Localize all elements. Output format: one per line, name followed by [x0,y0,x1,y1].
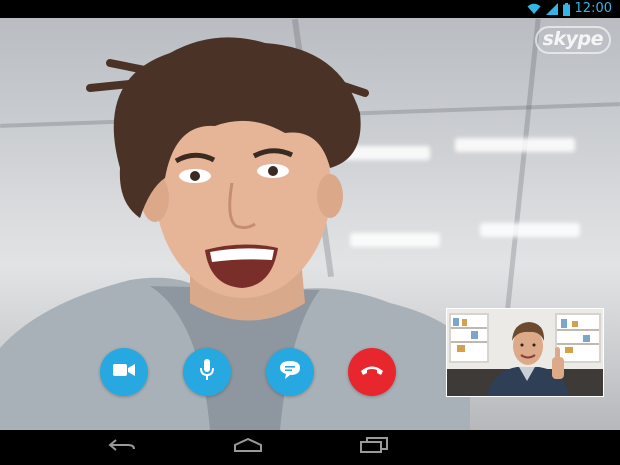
battery-icon [562,2,570,16]
recent-apps-icon [360,437,388,458]
background-beam [504,18,541,318]
ceiling-light [455,138,575,152]
home-icon [233,437,263,457]
wifi-icon [527,3,541,15]
clock: 12:00 [574,1,612,16]
navigation-bar [0,430,620,465]
self-view-figure [447,309,603,396]
signal-icon [545,3,558,15]
remote-video-feed: skype [0,18,620,430]
back-icon [108,438,136,457]
chat-bubble-icon [279,360,301,385]
home-button[interactable] [218,430,278,465]
caller-figure [0,37,470,430]
skype-logo: skype [534,26,611,54]
chat-button[interactable] [266,348,314,396]
recent-apps-button[interactable] [344,430,404,465]
hang-up-icon [360,363,384,381]
video-toggle-button[interactable] [100,348,148,396]
ceiling-light [480,223,580,237]
video-camera-icon [113,363,135,382]
status-bar: 12:00 [0,0,620,18]
end-call-button[interactable] [348,348,396,396]
self-video-preview[interactable] [446,308,604,397]
microphone-icon [200,358,214,386]
back-button[interactable] [92,430,152,465]
mute-button[interactable] [183,348,231,396]
